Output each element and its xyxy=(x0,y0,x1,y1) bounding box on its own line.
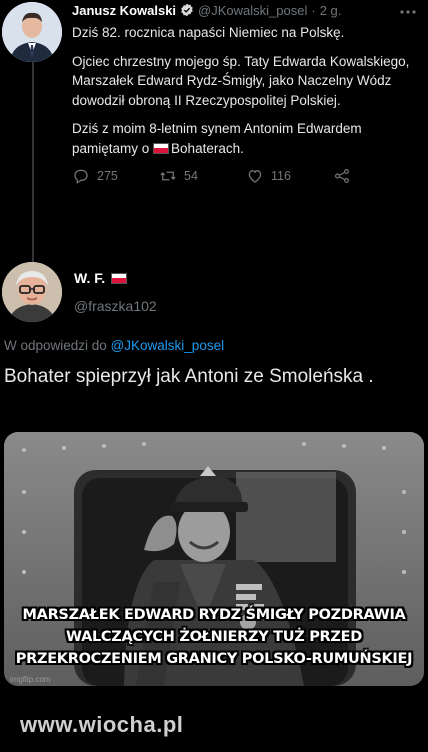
dot-separator: · xyxy=(311,2,316,18)
reply-author-name[interactable]: W. F. xyxy=(74,270,105,286)
verified-badge-icon xyxy=(180,3,194,17)
more-icon[interactable] xyxy=(400,2,416,17)
reply-tweet-header: W. F. @fraszka102 xyxy=(74,270,157,314)
tweet-paragraph-end: Bohaterach. xyxy=(171,140,244,156)
reply-author-avatar[interactable] xyxy=(2,262,62,322)
share-icon xyxy=(335,169,349,183)
reply-author-handle[interactable]: @fraszka102 xyxy=(74,298,157,314)
tweet-paragraph: Dziś 82. rocznica napaści Niemiec na Pol… xyxy=(72,25,345,40)
replying-to-link[interactable]: @JKowalski_posel xyxy=(111,338,225,353)
thread-connector-line xyxy=(32,62,34,262)
retweet-button[interactable]: 54 xyxy=(159,167,246,185)
reply-icon xyxy=(74,169,88,184)
author-avatar[interactable] xyxy=(2,2,62,62)
like-icon xyxy=(248,170,262,183)
replying-to-line: W odpowiedzi do @JKowalski_posel xyxy=(4,338,224,353)
like-count: 116 xyxy=(271,169,291,183)
attached-photo[interactable]: MARSZAŁEK EDWARD RYDZ ŚMIGŁY POZDRAWIA W… xyxy=(4,432,424,686)
replying-prefix: W odpowiedzi do xyxy=(4,338,107,353)
caption-line: WALCZĄCYCH ŻOŁNIERZY TUŻ PRZED xyxy=(66,629,362,645)
share-button[interactable] xyxy=(333,167,420,185)
reply-button[interactable]: 275 xyxy=(72,167,159,185)
tweet-actions: 275 54 116 xyxy=(72,167,420,185)
tweet-paragraph: Ojciec chrzestny mojego śp. Taty Edwarda… xyxy=(72,53,410,108)
author-name[interactable]: Janusz Kowalski xyxy=(72,3,176,18)
tweet-paragraph: Dziś z moim 8-letnim synem Antonim Edwar… xyxy=(72,119,420,158)
image-watermark: imgflip.com xyxy=(10,675,51,684)
original-tweet[interactable]: Janusz Kowalski @JKowalski_posel · 2 g. … xyxy=(72,0,420,185)
polish-flag-icon xyxy=(153,142,170,154)
retweet-icon xyxy=(160,171,176,181)
polish-flag-icon xyxy=(111,272,128,284)
reply-count: 275 xyxy=(97,169,118,183)
like-button[interactable]: 116 xyxy=(246,167,333,185)
caption-line: MARSZAŁEK EDWARD RYDZ ŚMIGŁY POZDRAWIA xyxy=(22,607,406,623)
photo-caption: MARSZAŁEK EDWARD RYDZ ŚMIGŁY POZDRAWIA W… xyxy=(4,604,424,670)
author-handle[interactable]: @JKowalski_posel xyxy=(198,3,307,18)
reply-tweet-text: Bohater spieprzył jak Antoni ze Smoleńsk… xyxy=(4,366,374,387)
site-watermark: www.wiocha.pl xyxy=(20,712,184,737)
caption-line: PRZEKROCZENIEM GRANICY POLSKO-RUMUŃSKIEJ xyxy=(15,651,413,667)
tweet-time[interactable]: 2 g. xyxy=(320,3,342,18)
tweet-text: Dziś 82. rocznica napaści Niemiec na Pol… xyxy=(72,23,420,158)
retweet-count: 54 xyxy=(184,169,198,183)
